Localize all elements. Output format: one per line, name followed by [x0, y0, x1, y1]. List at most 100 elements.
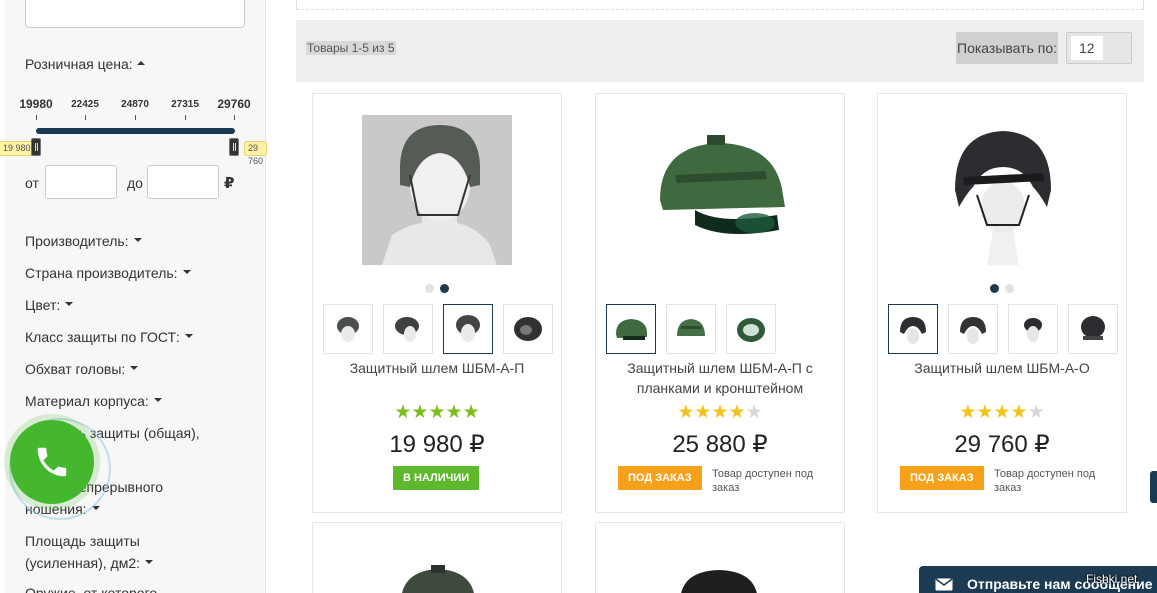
- per-page-value: 12: [1071, 36, 1103, 60]
- thumbnail[interactable]: [666, 304, 716, 354]
- price-to-input[interactable]: [147, 165, 219, 199]
- currency-symbol: ₽: [224, 175, 235, 192]
- range-min-handle[interactable]: [31, 138, 41, 156]
- watermark: Fishki.net: [1086, 572, 1138, 586]
- side-widget-tab[interactable]: [1150, 471, 1157, 503]
- price-range-track[interactable]: [36, 128, 235, 134]
- per-page-select[interactable]: 12: [1066, 32, 1132, 64]
- thumbnail-selected[interactable]: [606, 304, 656, 354]
- product-card[interactable]: Защитный шлем ШБМ-А-П с планками и кронш…: [595, 93, 845, 513]
- product-price: 25 880 ₽: [672, 431, 768, 458]
- filter-head-size[interactable]: Обхват головы:: [25, 358, 225, 380]
- on-order-badge: ПОД ЗАКАЗ: [900, 466, 984, 490]
- catalog-toolbar: Товары 1-5 из 5 Показывать по: 12: [296, 20, 1144, 82]
- star-icon: ★: [745, 402, 763, 423]
- thumbnail-strip: [606, 304, 776, 354]
- filter-country[interactable]: Страна производитель:: [25, 262, 225, 284]
- thumbnail-selected[interactable]: [888, 304, 938, 354]
- product-image[interactable]: [927, 115, 1077, 265]
- product-name[interactable]: Защитный шлем ШБМ-А-О: [878, 358, 1126, 378]
- filter-label: Цвет:: [25, 297, 61, 313]
- sidebar-search-field[interactable]: [25, 0, 245, 28]
- filter-label: Страна производитель:: [25, 265, 178, 281]
- rating-stars: ★★★★★: [878, 403, 1126, 423]
- thumbnail[interactable]: [726, 304, 776, 354]
- in-stock-badge: В НАЛИЧИИ: [393, 466, 480, 490]
- star-icon: ★: [428, 402, 446, 423]
- thumbnail[interactable]: [503, 304, 553, 354]
- on-order-badge: ПОД ЗАКАЗ: [618, 466, 702, 490]
- filter-label: Оружие, от которого: [25, 585, 158, 593]
- product-price: 19 980 ₽: [389, 431, 485, 458]
- image-dots: [313, 284, 561, 293]
- image-dot-active[interactable]: [440, 284, 449, 293]
- star-icon: ★: [959, 402, 977, 423]
- star-icon: ★: [1027, 402, 1045, 423]
- availability-note: Товар доступен под заказ: [712, 468, 814, 494]
- rating-stars: ★★★★★: [313, 403, 561, 423]
- filter-color[interactable]: Цвет:: [25, 294, 225, 316]
- product-image[interactable]: [393, 563, 483, 593]
- range-tick-mark: [185, 115, 186, 120]
- product-card[interactable]: Защитный шлем ШБМ-А-П ★★★★★ 19 980 ₽ В Н…: [312, 93, 562, 513]
- price-from-input[interactable]: [45, 165, 117, 199]
- range-tick-label: 27315: [171, 99, 199, 110]
- product-card[interactable]: [312, 522, 562, 593]
- star-icon: ★: [711, 402, 729, 423]
- caret-down-icon: [184, 334, 193, 339]
- thumbnail-selected[interactable]: [443, 304, 493, 354]
- product-name[interactable]: Защитный шлем ШБМ-А-П: [313, 358, 561, 378]
- star-icon: ★: [677, 402, 695, 423]
- thumbnail[interactable]: [383, 304, 433, 354]
- range-tick-mark: [234, 115, 235, 120]
- star-icon: ★: [993, 402, 1011, 423]
- thumbnail[interactable]: [323, 304, 373, 354]
- range-max-label: 29760: [217, 97, 251, 111]
- range-max-handle[interactable]: [229, 138, 239, 156]
- filter-label: Производитель:: [25, 233, 129, 249]
- thumbnail[interactable]: [948, 304, 998, 354]
- thumbnail[interactable]: [1068, 304, 1118, 354]
- filter-protection-class[interactable]: Класс защиты по ГОСТ:: [25, 326, 225, 348]
- star-icon: ★: [445, 402, 463, 423]
- product-price: 29 760 ₽: [954, 431, 1050, 458]
- thumbnail-strip: [888, 304, 1118, 354]
- caret-down-icon: [130, 366, 139, 371]
- filter-manufacturer[interactable]: Производитель:: [25, 230, 225, 252]
- range-min-label: 19980: [19, 97, 53, 111]
- range-tick-label: 24870: [121, 99, 149, 110]
- callback-button[interactable]: [10, 420, 94, 504]
- range-min-tag: 19 980: [0, 141, 35, 156]
- thumbnail[interactable]: [1008, 304, 1058, 354]
- filter-label: Обхват головы:: [25, 361, 126, 377]
- product-card[interactable]: [595, 522, 845, 593]
- star-icon: ★: [976, 402, 994, 423]
- product-name[interactable]: Защитный шлем ШБМ-А-П с планками и кронш…: [596, 358, 844, 398]
- price-filter-title[interactable]: Розничная цена:: [25, 56, 145, 72]
- thumbnail-strip: [323, 304, 553, 354]
- image-dot-active[interactable]: [990, 284, 999, 293]
- product-card[interactable]: Защитный шлем ШБМ-А-О ★★★★★ 29 760 ₽ ПОД…: [877, 93, 1127, 513]
- price-filter-label: Розничная цена:: [25, 56, 133, 72]
- filter-material[interactable]: Материал корпуса:: [25, 390, 225, 412]
- product-image[interactable]: [645, 115, 795, 265]
- rating-stars: ★★★★★: [596, 403, 844, 423]
- filter-weapon[interactable]: Оружие, от которого: [25, 582, 225, 593]
- star-icon: ★: [411, 402, 429, 423]
- product-image[interactable]: [362, 115, 512, 265]
- filter-label: Материал корпуса:: [25, 393, 149, 409]
- filter-reinforced-area[interactable]: Площадь защиты (усиленная), дм2:: [25, 530, 165, 574]
- caret-down-icon: [65, 302, 74, 307]
- image-dots: [878, 284, 1126, 293]
- star-icon: ★: [394, 402, 412, 423]
- range-tick-label: 22425: [71, 99, 99, 110]
- content-top-border: [296, 0, 1144, 10]
- image-dot[interactable]: [425, 284, 434, 293]
- image-dot[interactable]: [1005, 284, 1014, 293]
- range-max-tag: 29 760: [244, 141, 268, 166]
- price-from-label: от: [25, 175, 39, 191]
- caret-down-icon: [153, 398, 162, 403]
- caret-down-icon: [133, 238, 142, 243]
- caret-up-icon: [136, 61, 145, 66]
- product-image[interactable]: [674, 567, 764, 593]
